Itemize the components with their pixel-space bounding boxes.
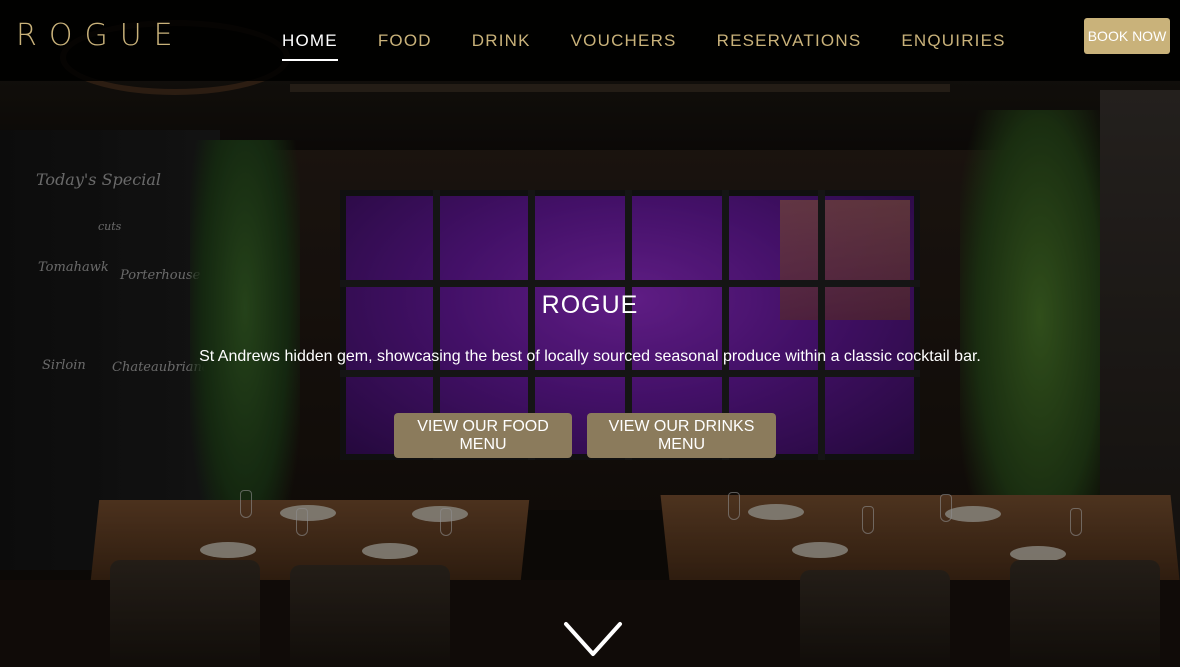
view-food-menu-button[interactable]: VIEW OUR FOOD MENU [394,413,572,458]
hero-background-image: Today's Special cuts Tomahawk Porterhous… [0,0,1180,667]
nav-enquiries[interactable]: ENQUIRIES [901,31,1005,61]
nav-food[interactable]: FOOD [378,31,432,61]
image-overlay [0,0,1180,667]
site-header: ROGUE HOME FOOD DRINK VOUCHERS RESERVATI… [0,0,1180,81]
hero-title: ROGUE [541,291,639,319]
nav-vouchers[interactable]: VOUCHERS [571,31,677,61]
hero-subtitle: St Andrews hidden gem, showcasing the be… [199,348,981,365]
main-nav: HOME FOOD DRINK VOUCHERS RESERVATIONS EN… [282,31,1046,61]
nav-drink[interactable]: DRINK [472,31,531,61]
view-drinks-menu-button[interactable]: VIEW OUR DRINKS MENU [587,413,776,458]
nav-home[interactable]: HOME [282,31,338,61]
site-logo[interactable]: ROGUE [16,18,185,53]
book-now-button[interactable]: BOOK NOW [1084,18,1170,54]
chevron-down-icon[interactable] [563,618,623,663]
nav-reservations[interactable]: RESERVATIONS [717,31,862,61]
